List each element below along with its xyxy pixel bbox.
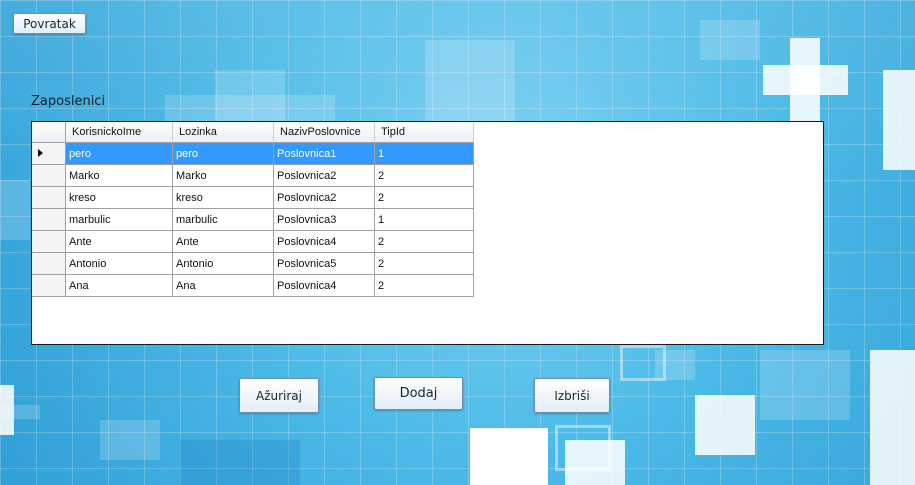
section-title: Zaposlenici [31,94,106,109]
row-header[interactable] [32,274,66,297]
header-row: KorisnickoIme Lozinka NazivPoslovnice Ti… [32,122,474,143]
current-row-arrow-icon [38,148,43,157]
row-header[interactable] [32,208,66,231]
delete-button[interactable]: Izbriši [534,378,610,413]
table-row[interactable]: Marko Marko Poslovnica2 2 [32,164,474,187]
table-cell[interactable]: Poslovnica2 [273,164,375,187]
column-header-tipid[interactable]: TipId [374,122,474,143]
decor-block [700,20,760,60]
decor-block [0,180,30,240]
table-cell[interactable]: 2 [374,230,474,253]
employees-table: KorisnickoIme Lozinka NazivPoslovnice Ti… [32,122,474,297]
column-header-lozinka[interactable]: Lozinka [172,122,274,143]
table-cell[interactable]: Poslovnica4 [273,230,375,253]
table-cell[interactable]: Poslovnica5 [273,252,375,275]
row-header-corner[interactable] [32,122,66,143]
employees-grid[interactable]: KorisnickoIme Lozinka NazivPoslovnice Ti… [31,121,824,345]
table-row[interactable]: Ante Ante Poslovnica4 2 [32,230,474,253]
table-cell[interactable]: 1 [374,142,474,165]
table-row[interactable]: kreso kreso Poslovnica2 2 [32,186,474,209]
row-header[interactable] [32,230,66,253]
decor-block [100,420,160,460]
table-cell[interactable]: Antonio [65,252,173,275]
table-cell[interactable]: marbulic [172,208,274,231]
column-header-nazivposlovnice[interactable]: NazivPoslovnice [273,122,375,143]
table-row[interactable]: Ana Ana Poslovnica4 2 [32,274,474,297]
table-cell[interactable]: 2 [374,274,474,297]
table-cell[interactable]: Marko [172,164,274,187]
decor-block [180,440,300,485]
decor-block [883,70,915,170]
decor-block [760,350,850,420]
table-cell[interactable]: Marko [65,164,173,187]
table-cell[interactable]: Ana [172,274,274,297]
column-header-korisnickoime[interactable]: KorisnickoIme [65,122,173,143]
row-header[interactable] [32,252,66,275]
table-cell[interactable]: 1 [374,208,474,231]
table-row[interactable]: pero pero Poslovnica1 1 [32,142,474,165]
table-cell[interactable]: kreso [65,186,173,209]
table-cell[interactable]: Poslovnica2 [273,186,375,209]
update-button[interactable]: Ažuriraj [239,378,319,413]
table-cell[interactable]: 2 [374,252,474,275]
table-cell[interactable]: Poslovnica4 [273,274,375,297]
decor-cross [763,65,848,95]
decor-block [870,350,915,485]
table-row[interactable]: Antonio Antonio Poslovnica5 2 [32,252,474,275]
decor-outline [555,425,611,471]
table-cell[interactable]: pero [172,142,274,165]
table-cell[interactable]: Ante [172,230,274,253]
table-cell[interactable]: pero [65,142,173,165]
back-button[interactable]: Povratak [13,13,86,34]
decor-outline [620,345,666,381]
row-header[interactable] [32,142,66,165]
table-row[interactable]: marbulic marbulic Poslovnica3 1 [32,208,474,231]
decor-block [470,428,548,485]
table-cell[interactable]: Ana [65,274,173,297]
table-cell[interactable]: 2 [374,164,474,187]
table-cell[interactable]: Antonio [172,252,274,275]
decor-block [0,405,40,419]
table-cell[interactable]: 2 [374,186,474,209]
row-header[interactable] [32,164,66,187]
table-cell[interactable]: marbulic [65,208,173,231]
table-cell[interactable]: kreso [172,186,274,209]
decor-block [425,40,515,130]
table-cell[interactable]: Ante [65,230,173,253]
table-cell[interactable]: Poslovnica3 [273,208,375,231]
row-header[interactable] [32,186,66,209]
table-cell[interactable]: Poslovnica1 [273,142,375,165]
decor-block [695,395,755,455]
add-button[interactable]: Dodaj [374,377,463,410]
